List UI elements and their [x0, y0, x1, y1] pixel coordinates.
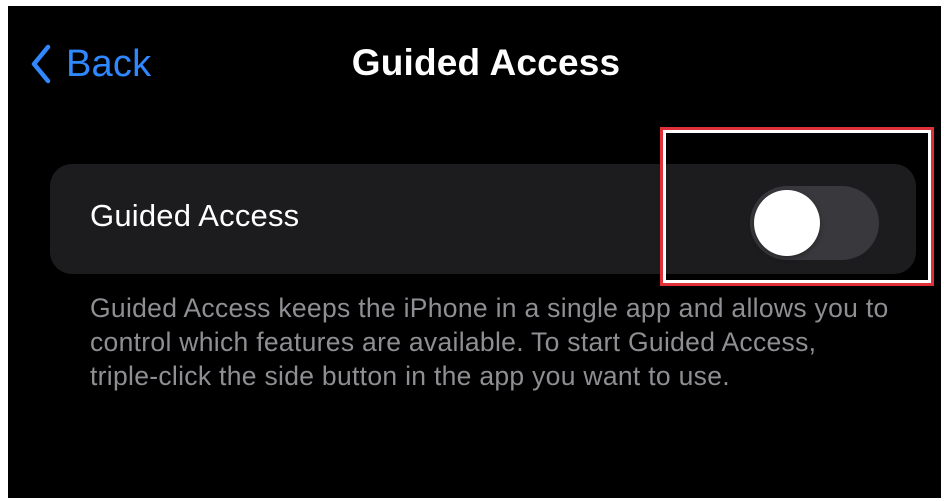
guided-access-label: Guided Access	[90, 198, 300, 233]
guided-access-description: Guided Access keeps the iPhone in a sing…	[90, 293, 889, 391]
guided-access-row: Guided Access	[50, 164, 916, 274]
toggle-knob	[754, 190, 820, 256]
page-title: Guided Access	[351, 42, 621, 83]
guided-access-toggle[interactable]	[750, 186, 879, 260]
settings-screen: Back Guided Access Guided Access Guided …	[8, 6, 941, 498]
navigation-bar: Back Guided Access	[8, 6, 941, 116]
